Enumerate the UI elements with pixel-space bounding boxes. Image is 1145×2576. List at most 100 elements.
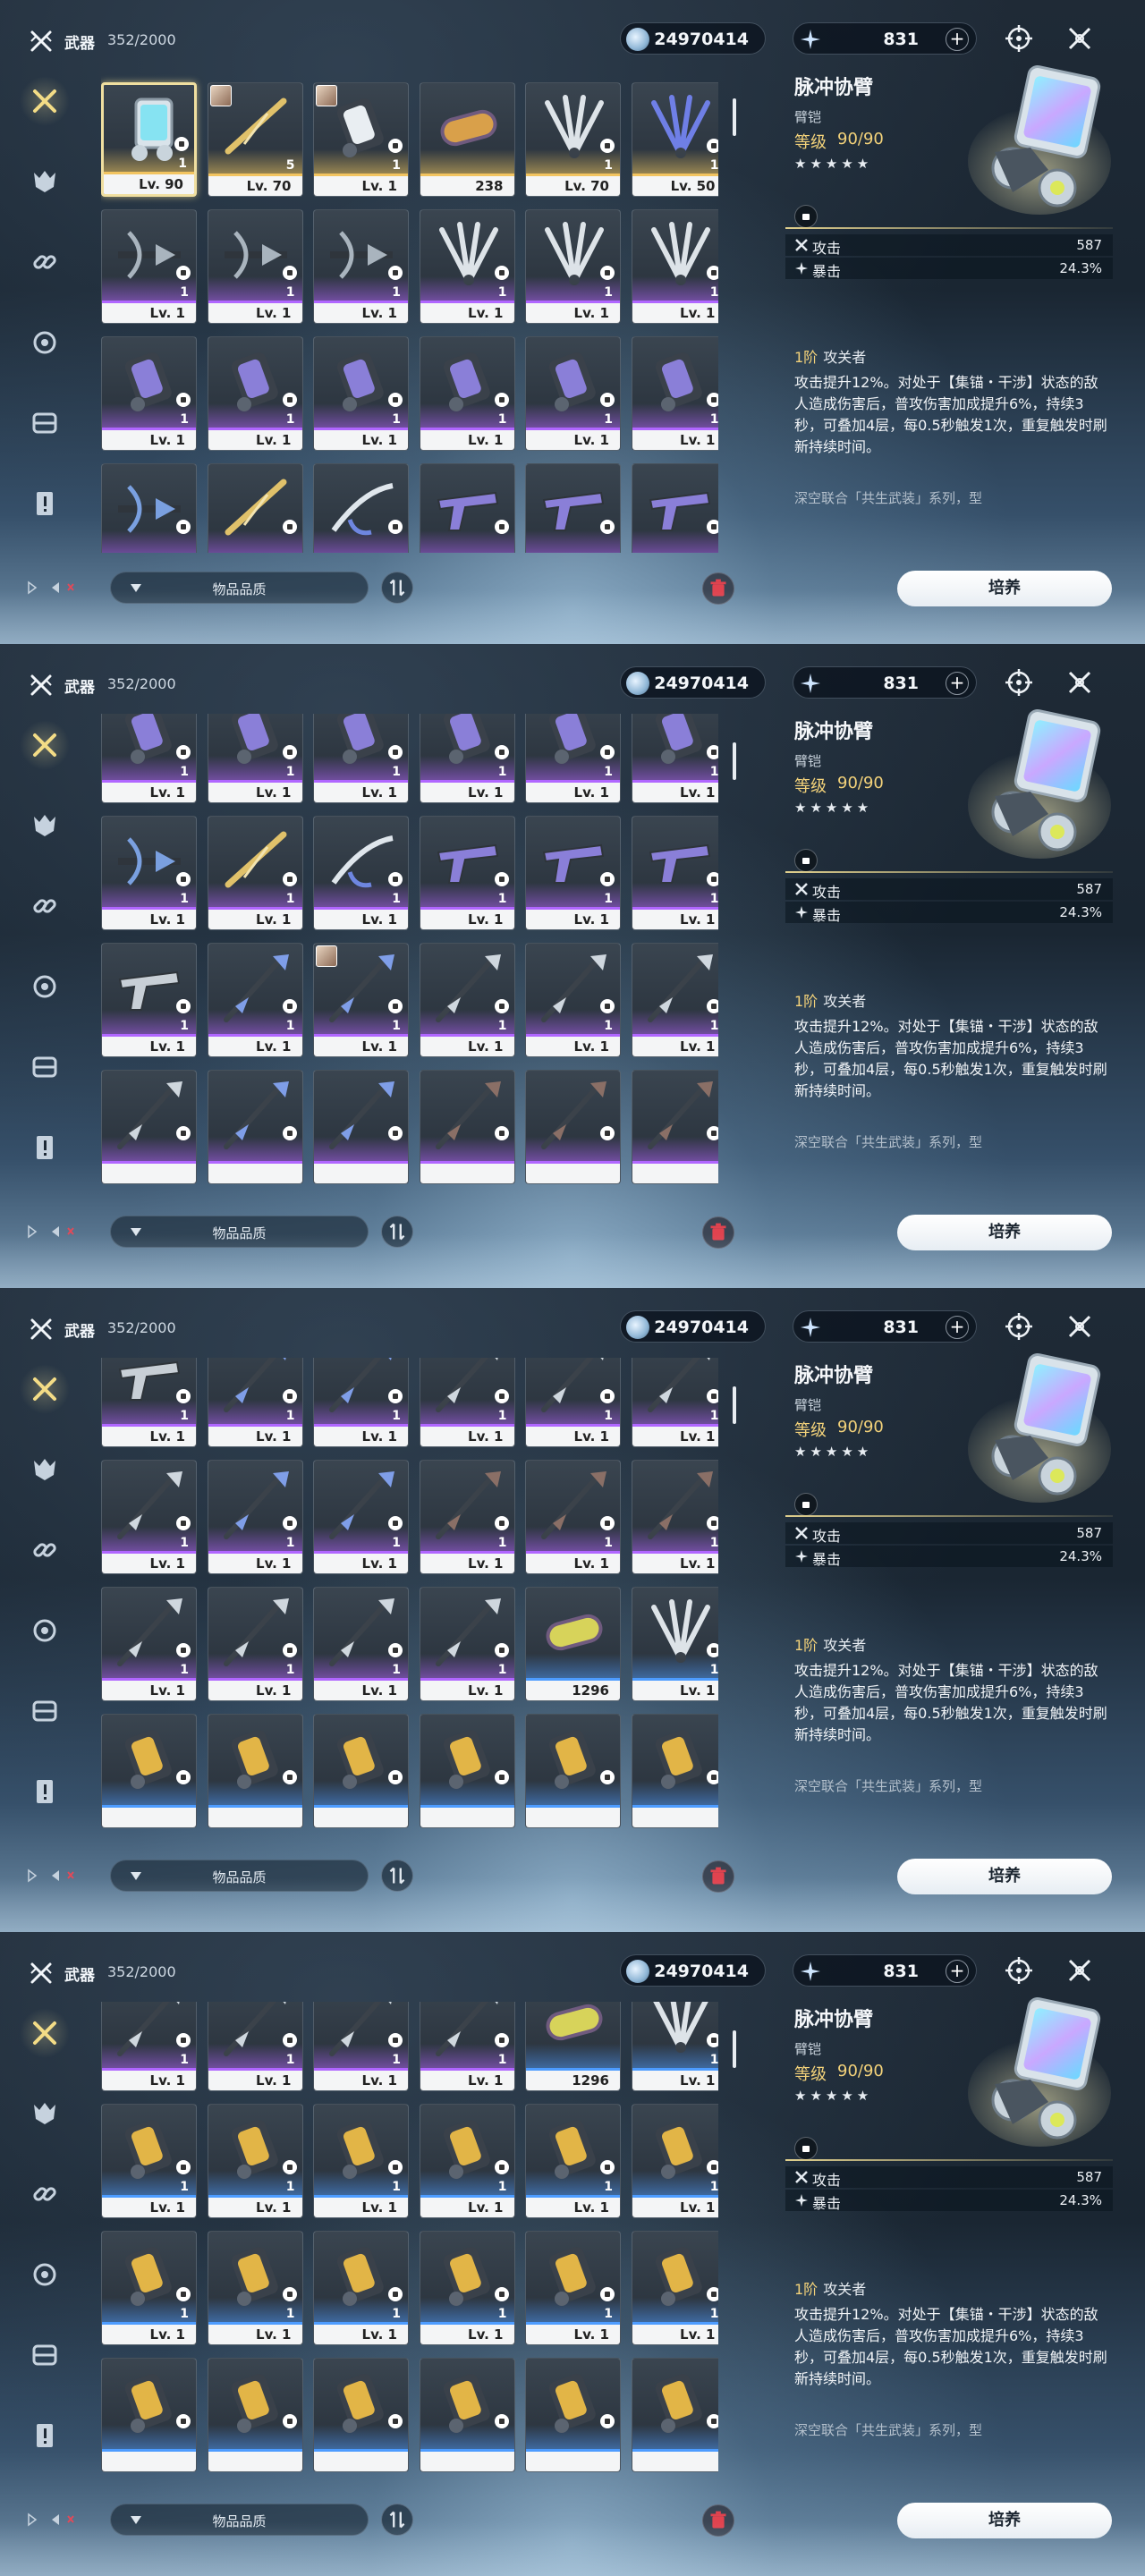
sidebar-item-weapons[interactable] xyxy=(20,720,70,770)
sort-dropdown[interactable]: 物品品质 xyxy=(110,572,369,604)
lock-toggle-icon[interactable] xyxy=(794,205,818,228)
grid-scrollbar[interactable] xyxy=(733,1386,736,1424)
weapon-card[interactable]: 1 Lv. 1 xyxy=(101,2231,197,2345)
weapon-card[interactable]: 238 xyxy=(419,82,515,197)
weapon-card[interactable] xyxy=(313,1070,409,1184)
weapon-card[interactable]: 1296 xyxy=(525,1587,621,1701)
grid-scrollbar[interactable] xyxy=(733,2030,736,2068)
weapon-card[interactable]: 5 Lv. 70 xyxy=(207,82,303,197)
trash-icon[interactable] xyxy=(702,1860,734,1893)
grid-scrollbar[interactable] xyxy=(733,98,736,136)
weapon-card[interactable]: 1 Lv. 1 xyxy=(313,1358,409,1447)
weapon-card[interactable]: 1 Lv. 1 xyxy=(101,2104,197,2218)
weapon-card[interactable]: 1 Lv. 1 xyxy=(631,209,718,324)
weapon-card[interactable]: 1 Lv. 1 xyxy=(207,2002,303,2091)
weapon-card[interactable]: 1 Lv. 1 xyxy=(419,1587,515,1701)
trash-icon[interactable] xyxy=(702,1216,734,1249)
sidebar-item-links[interactable] xyxy=(20,2169,70,2219)
weapon-card[interactable]: 1 Lv. 1 xyxy=(207,816,303,930)
currency-crystal[interactable]: 24970414 xyxy=(620,1954,766,1987)
sort-order-icon[interactable] xyxy=(381,2504,413,2536)
weapon-card[interactable] xyxy=(525,2358,621,2472)
weapon-card[interactable]: 1 Lv. 1 xyxy=(207,209,303,324)
weapon-card[interactable]: 1 Lv. 1 xyxy=(313,336,409,451)
weapon-card[interactable]: 1 Lv. 1 xyxy=(419,209,515,324)
weapon-card[interactable]: 1 Lv. 1 xyxy=(207,943,303,1057)
sidebar-item-boxes[interactable] xyxy=(20,1042,70,1092)
target-icon[interactable] xyxy=(1004,1955,1034,1986)
weapon-card[interactable] xyxy=(631,2358,718,2472)
weapon-card[interactable]: 1296 xyxy=(525,2002,621,2091)
weapon-card[interactable]: 1 Lv. 1 xyxy=(525,2231,621,2345)
weapon-card[interactable]: 1 Lv. 1 xyxy=(419,943,515,1057)
sidebar-item-weapons[interactable] xyxy=(20,2008,70,2058)
sidebar-item-chips[interactable] xyxy=(20,318,70,368)
sidebar-item-boxes[interactable] xyxy=(20,2330,70,2380)
weapon-card[interactable]: 1 Lv. 1 xyxy=(207,1358,303,1447)
grid-scrollbar[interactable] xyxy=(733,742,736,780)
weapon-card[interactable]: 1 Lv. 1 xyxy=(101,336,197,451)
sidebar-item-masks[interactable] xyxy=(20,2089,70,2139)
weapon-card[interactable] xyxy=(419,1070,515,1184)
weapon-card[interactable]: 1 Lv. 1 xyxy=(313,816,409,930)
weapon-card[interactable] xyxy=(419,1714,515,1828)
cultivate-button[interactable]: 培养 xyxy=(897,1215,1112,1250)
weapon-card[interactable]: 1 Lv. 1 xyxy=(313,2104,409,2218)
weapon-card[interactable] xyxy=(631,463,718,553)
weapon-card[interactable]: 1 Lv. 1 xyxy=(419,1460,515,1574)
weapon-card[interactable] xyxy=(525,1070,621,1184)
sidebar-item-boxes[interactable] xyxy=(20,1686,70,1736)
add-currency-button[interactable]: + xyxy=(946,1316,969,1339)
weapon-card[interactable] xyxy=(101,1070,197,1184)
weapon-card[interactable] xyxy=(525,1714,621,1828)
currency-star[interactable]: 831 + xyxy=(793,22,977,55)
cultivate-button[interactable]: 培养 xyxy=(897,1859,1112,1894)
sidebar-item-weapons[interactable] xyxy=(20,1364,70,1414)
weapon-card[interactable]: 1 Lv. 1 xyxy=(101,1587,197,1701)
cultivate-button[interactable]: 培养 xyxy=(897,571,1112,606)
weapon-card[interactable]: 1 Lv. 1 xyxy=(207,714,303,803)
weapon-card[interactable]: 1 Lv. 1 xyxy=(525,1460,621,1574)
sort-order-icon[interactable] xyxy=(381,572,413,604)
sort-dropdown[interactable]: 物品品质 xyxy=(110,1216,369,1248)
weapon-card[interactable] xyxy=(525,463,621,553)
weapon-card[interactable] xyxy=(101,2358,197,2472)
sidebar-item-boxes[interactable] xyxy=(20,398,70,448)
weapon-card[interactable]: 1 Lv. 1 xyxy=(313,2231,409,2345)
add-currency-button[interactable]: + xyxy=(946,672,969,695)
sidebar-item-notes[interactable] xyxy=(20,2411,70,2461)
weapon-card[interactable]: 1 Lv. 1 xyxy=(101,209,197,324)
weapon-card[interactable]: 1 Lv. 1 xyxy=(631,1587,718,1701)
sidebar-item-notes[interactable] xyxy=(20,1123,70,1173)
weapon-card[interactable] xyxy=(631,1070,718,1184)
weapon-card[interactable]: 1 Lv. 1 xyxy=(101,1358,197,1447)
weapon-card[interactable]: 1 Lv. 1 xyxy=(419,336,515,451)
weapon-card[interactable]: 1 Lv. 1 xyxy=(419,2104,515,2218)
close-icon[interactable] xyxy=(1064,1311,1095,1342)
sidebar-item-links[interactable] xyxy=(20,237,70,287)
weapon-card[interactable]: 1 Lv. 1 xyxy=(313,1587,409,1701)
weapon-card[interactable]: 1 Lv. 1 xyxy=(313,1460,409,1574)
weapon-card[interactable]: 1 Lv. 1 xyxy=(207,336,303,451)
close-icon[interactable] xyxy=(1064,1955,1095,1986)
weapon-card[interactable] xyxy=(313,2358,409,2472)
weapon-card[interactable]: 1 Lv. 1 xyxy=(631,943,718,1057)
weapon-card[interactable]: 1 Lv. 1 xyxy=(313,714,409,803)
sidebar-item-links[interactable] xyxy=(20,881,70,931)
weapon-card[interactable]: 1 Lv. 1 xyxy=(631,2002,718,2091)
sidebar-item-masks[interactable] xyxy=(20,801,70,851)
weapon-card[interactable]: 1 Lv. 1 xyxy=(101,1460,197,1574)
sort-order-icon[interactable] xyxy=(381,1860,413,1892)
weapon-card[interactable]: 1 Lv. 1 xyxy=(631,1460,718,1574)
weapon-card[interactable]: 1 Lv. 1 xyxy=(207,2104,303,2218)
weapon-card[interactable]: 1 Lv. 1 xyxy=(207,2231,303,2345)
currency-crystal[interactable]: 24970414 xyxy=(620,22,766,55)
sidebar-item-weapons[interactable] xyxy=(20,76,70,126)
sidebar-item-links[interactable] xyxy=(20,1525,70,1575)
weapon-card[interactable]: 1 Lv. 1 xyxy=(101,714,197,803)
weapon-card[interactable] xyxy=(313,463,409,553)
sidebar-item-notes[interactable] xyxy=(20,479,70,529)
sidebar-item-chips[interactable] xyxy=(20,2250,70,2300)
weapon-card[interactable]: 1 Lv. 1 xyxy=(525,2104,621,2218)
weapon-card[interactable] xyxy=(101,1714,197,1828)
